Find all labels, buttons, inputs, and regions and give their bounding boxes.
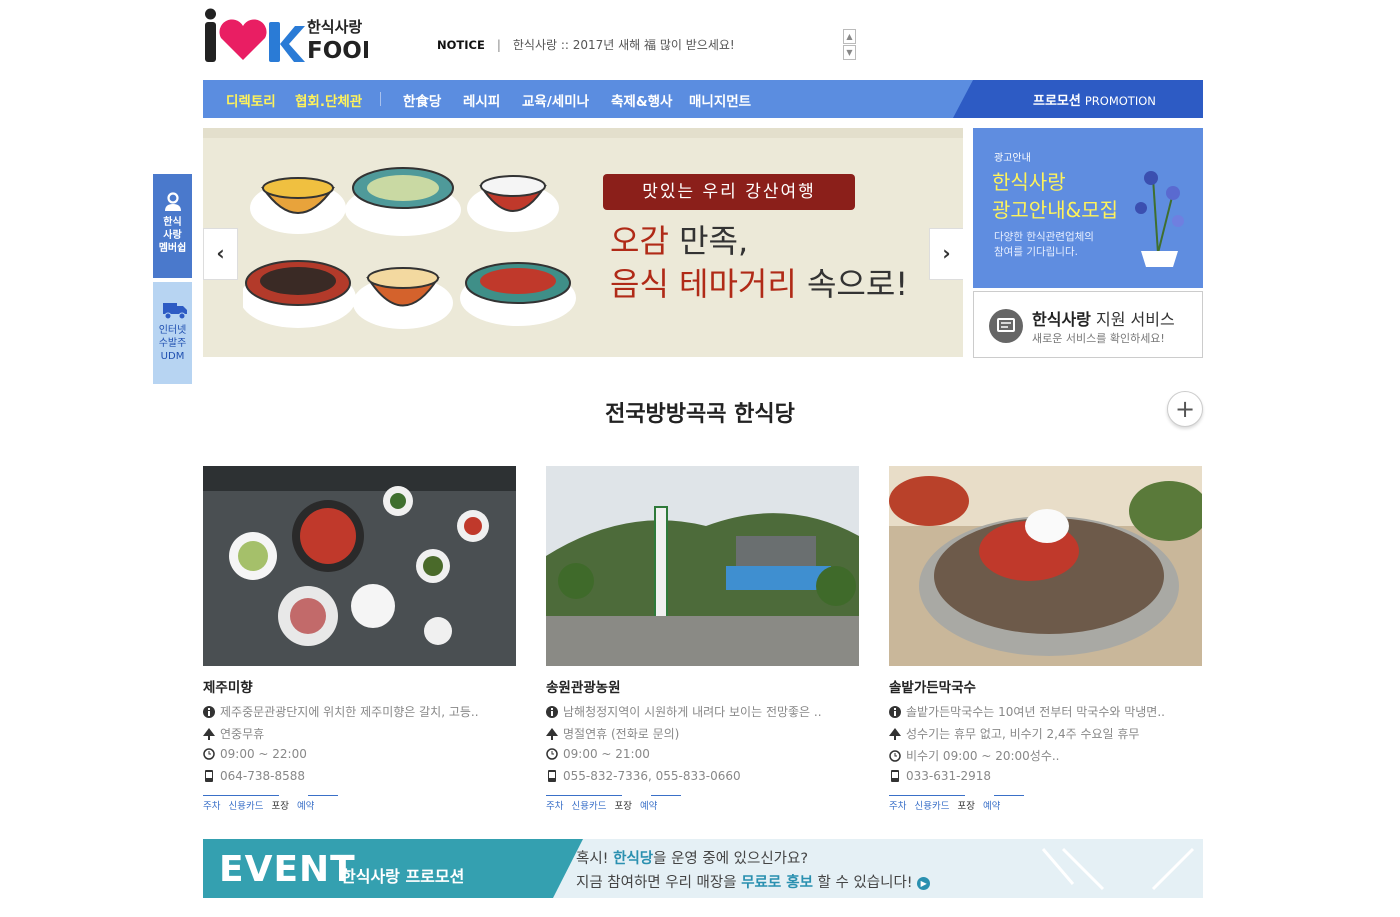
svg-text:FOOD: FOOD <box>307 38 368 64</box>
notice-ticker-controls: ▲ ▼ <box>843 29 856 60</box>
restaurant-name[interactable]: 솔밭가든막국수 <box>889 676 1202 696</box>
tree-icon <box>546 728 558 740</box>
svg-text:한식사랑: 한식사랑 <box>307 18 362 36</box>
tag-card: 신용카드 <box>571 801 607 812</box>
flower-pot-icon <box>1135 171 1184 267</box>
nav-promotion[interactable]: 프로모션 PROMOTION <box>953 80 1203 118</box>
restaurant-desc: 제주중문관광단지에 위치한 제주미향은 갈치, 고등.. <box>203 703 516 718</box>
restaurant-hours: 09:00 ~ 22:00 <box>203 747 516 762</box>
banner-tagline: 맛있는 우리 강산여행 <box>603 174 855 210</box>
info-icon <box>203 706 215 718</box>
restaurant-hours: 비수기 09:00 ~ 20:00성수.. <box>889 747 1202 762</box>
clock-icon <box>889 750 901 762</box>
restaurant-holiday: 연중무휴 <box>203 725 516 740</box>
restaurant-photo[interactable] <box>889 466 1202 666</box>
restaurant-card[interactable]: 솔밭가든막국수 솔밭가든막국수는 10여년 전부터 막국수와 막냉면.. 성수기… <box>889 466 1202 818</box>
decorative-lines <box>1041 847 1195 891</box>
nav-item-restaurant[interactable]: 한食당 <box>403 90 441 110</box>
ticker-down-button[interactable]: ▼ <box>843 45 856 60</box>
side-udm-button[interactable]: 인터넷 수발주 UDM <box>153 282 192 384</box>
tag-card: 신용카드 <box>228 801 264 812</box>
promotion-label: 프로모션 PROMOTION <box>1033 94 1156 109</box>
phone-icon <box>203 770 215 782</box>
restaurant-name[interactable]: 송원관광농원 <box>546 676 859 696</box>
nav-item-recipe[interactable]: 레시피 <box>463 90 500 110</box>
clock-icon <box>203 748 215 760</box>
info-icon <box>546 706 558 718</box>
tree-icon <box>203 728 215 740</box>
event-text: 혹시! 한식당을 운영 중에 있으신가요? 지금 참여하면 우리 매장을 무료로… <box>576 847 931 895</box>
restaurant-tags: 주차 신용카드 포장 예약 <box>203 795 516 818</box>
nav-item-education[interactable]: 교육/세미나 <box>522 90 589 110</box>
info-icon <box>889 706 901 718</box>
ad-recruit-banner[interactable]: 광고안내 한식사랑 광고안내&모집 다양한 한식관련업체의 참여를 기다립니다. <box>973 128 1203 288</box>
tag-takeout: 포장 <box>957 801 975 812</box>
user-icon <box>163 192 183 212</box>
restaurant-holiday: 명절연휴 (전화로 문의) <box>546 725 859 740</box>
restaurant-desc: 남해청정지역이 시원하게 내려다 보이는 전망좋은 .. <box>546 703 859 718</box>
tag-parking: 주차 <box>889 801 907 812</box>
tree-icon <box>889 728 901 740</box>
tag-reservation: 예약 <box>982 801 1001 812</box>
restaurant-hours: 09:00 ~ 21:00 <box>546 747 859 762</box>
banner-prev-button[interactable]: ‹ <box>203 228 238 280</box>
nav-divider <box>380 92 381 106</box>
restaurant-name[interactable]: 제주미향 <box>203 676 516 696</box>
nav-item-festival[interactable]: 축제&행사 <box>611 90 672 110</box>
support-service-banner[interactable]: 한식사랑 지원 서비스 새로운 서비스를 확인하세요! <box>973 291 1203 358</box>
nav-item-management[interactable]: 매니지먼트 <box>689 90 751 110</box>
notice-bar: NOTICE | 한식사랑 :: 2017년 새해 福 많이 받으세요! <box>437 38 735 52</box>
restaurant-tags: 주차 신용카드 포장 예약 <box>889 795 1202 818</box>
phone-icon <box>889 770 901 782</box>
tag-takeout: 포장 <box>271 801 289 812</box>
phone-icon <box>546 770 558 782</box>
tag-card: 신용카드 <box>914 801 950 812</box>
restaurant-desc: 솔밭가든막국수는 10여년 전부터 막국수와 막냉면.. <box>889 703 1202 718</box>
service-icon <box>989 309 1023 343</box>
ticker-up-button[interactable]: ▲ <box>843 29 856 44</box>
restaurant-card[interactable]: 제주미향 제주중문관광단지에 위치한 제주미향은 갈치, 고등.. 연중무휴 0… <box>203 466 516 818</box>
restaurant-photo[interactable] <box>546 466 859 666</box>
tag-reservation: 예약 <box>296 801 315 812</box>
tag-takeout: 포장 <box>614 801 632 812</box>
event-subtitle: 한식사랑 프로모션 <box>341 867 465 886</box>
site-logo[interactable]: 한식사랑 FOOD <box>203 8 381 66</box>
restaurant-tags: 주차 신용카드 포장 예약 <box>546 795 859 818</box>
notice-message[interactable]: 한식사랑 :: 2017년 새해 福 많이 받으세요! <box>513 38 735 52</box>
tag-parking: 주차 <box>203 801 221 812</box>
notice-label: NOTICE <box>437 38 485 52</box>
restaurant-card[interactable]: 송원관광농원 남해청정지역이 시원하게 내려다 보이는 전망좋은 .. 명절연휴… <box>546 466 859 818</box>
more-plus-button[interactable]: + <box>1167 391 1203 427</box>
main-banner[interactable]: 맛있는 우리 강산여행 오감 만족, 음식 테마거리 속으로! ‹ › <box>203 128 963 357</box>
banner-headline: 오감 만족, 음식 테마거리 속으로! <box>610 222 909 303</box>
truck-icon <box>162 300 187 320</box>
restaurant-phone: 033-631-2918 <box>889 769 1202 784</box>
arrow-circle-icon[interactable]: ▶ <box>917 877 931 890</box>
side-membership-button[interactable]: 한식 사랑 멤버쉽 <box>153 174 192 278</box>
event-logo: EVENT <box>219 849 356 890</box>
main-nav: 디렉토리 협회.단체관 한食당 레시피 교육/세미나 축제&행사 매니지먼트 프… <box>203 80 1203 118</box>
tag-reservation: 예약 <box>639 801 658 812</box>
restaurant-phone: 064-738-8588 <box>203 769 516 784</box>
restaurant-photo[interactable] <box>203 466 516 666</box>
restaurant-holiday: 성수기는 휴무 없고, 비수기 2,4주 수요일 휴무 <box>889 725 1202 740</box>
nav-item-association[interactable]: 협회.단체관 <box>295 90 362 110</box>
banner-next-button[interactable]: › <box>929 228 963 280</box>
event-banner[interactable]: EVENT 한식사랑 프로모션 혹시! 한식당을 운영 중에 있으신가요? 지금… <box>203 839 1203 898</box>
tag-parking: 주차 <box>546 801 564 812</box>
clock-icon <box>546 748 558 760</box>
food-bowls-illustration <box>243 167 576 329</box>
nav-item-directory[interactable]: 디렉토리 <box>226 90 276 110</box>
restaurant-phone: 055-832-7336, 055-833-0660 <box>546 769 859 784</box>
